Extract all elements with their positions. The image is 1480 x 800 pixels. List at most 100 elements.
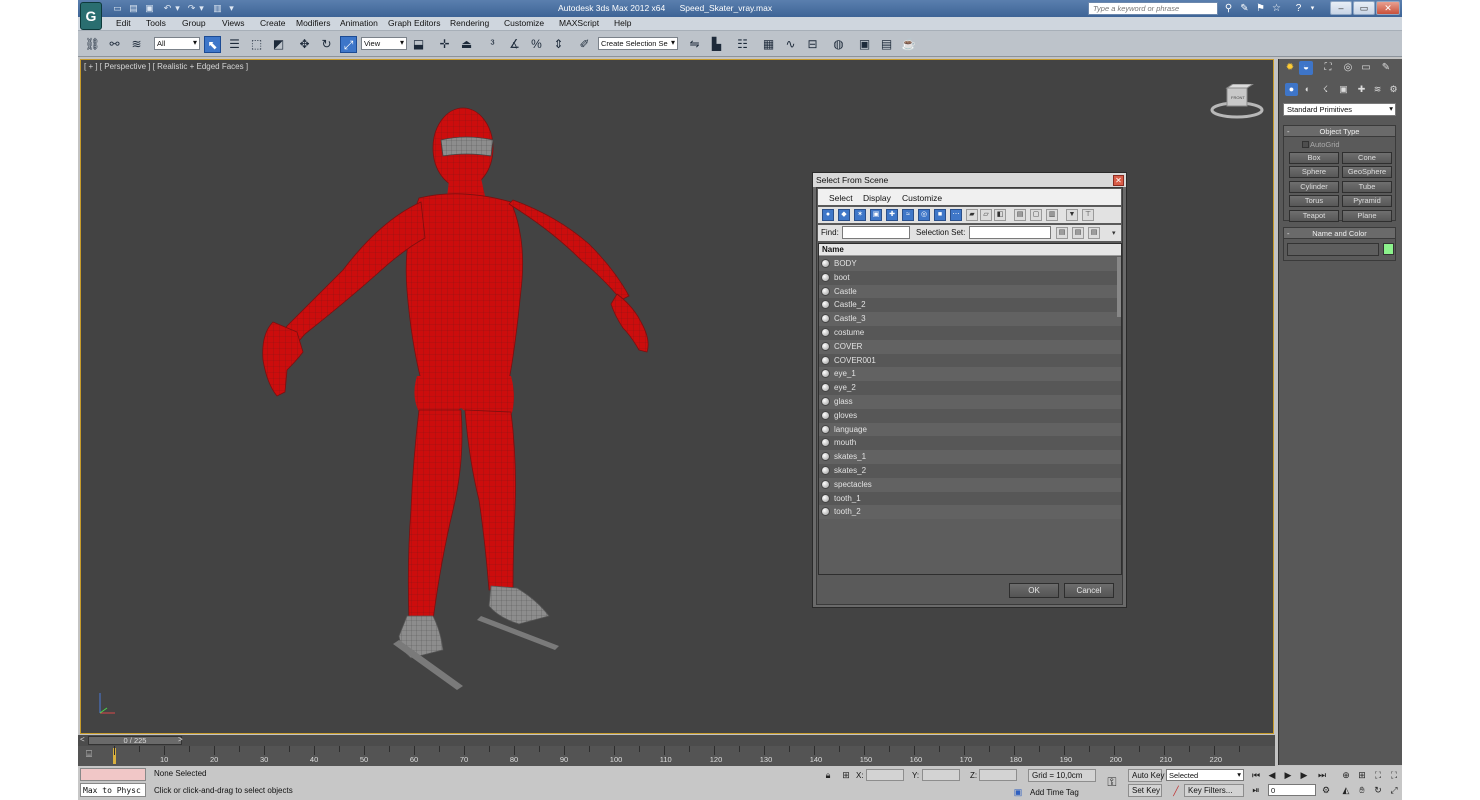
options-dropdown-icon[interactable]: ▾: [1112, 229, 1116, 237]
pan-view-icon[interactable]: ✋︎: [1356, 784, 1368, 796]
zoom-extents-all-icon[interactable]: ⛶: [1388, 769, 1400, 781]
display-bones-icon[interactable]: ⋯: [950, 209, 962, 221]
hierarchy-icon[interactable]: ⊤: [1082, 209, 1094, 221]
open-file-icon[interactable]: ▤: [128, 3, 139, 14]
list-item[interactable]: mouth: [819, 436, 1121, 451]
close-button[interactable]: ✕: [1376, 1, 1400, 15]
menu-group[interactable]: Group: [182, 18, 206, 28]
list-item[interactable]: BODY: [819, 257, 1121, 271]
add-to-selection-set-icon[interactable]: ▤: [1088, 227, 1100, 239]
display-none-icon[interactable]: ▱: [980, 209, 992, 221]
edit-named-selection-icon[interactable]: ✐: [576, 36, 593, 53]
schematic-view-icon[interactable]: ⊟: [804, 36, 821, 53]
selection-set-dropdown[interactable]: [969, 226, 1051, 239]
display-tab-icon[interactable]: ▭: [1359, 61, 1373, 75]
orbit-icon[interactable]: ↻: [1372, 784, 1384, 796]
selection-lock-icon[interactable]: 🔒︎: [822, 769, 834, 781]
set-key-button[interactable]: Set Key: [1128, 784, 1162, 797]
material-editor-icon[interactable]: ◍: [830, 36, 847, 53]
zoom-extents-icon[interactable]: ⛶: [1372, 769, 1384, 781]
find-input[interactable]: [842, 226, 910, 239]
auto-key-selection-dropdown[interactable]: Selected: [1166, 769, 1244, 781]
dialog-menu-display[interactable]: Display: [863, 193, 891, 203]
sphere-button[interactable]: Sphere: [1289, 166, 1339, 178]
select-and-rotate-icon[interactable]: ↻: [318, 36, 335, 53]
invert-display-icon[interactable]: ◧: [994, 209, 1006, 221]
motion-tab-icon[interactable]: ◎: [1341, 61, 1355, 75]
viewcube[interactable]: FRONT: [1209, 83, 1265, 120]
pivot-center-icon[interactable]: ⬓: [410, 36, 427, 53]
select-and-link-icon[interactable]: ⛓: [84, 36, 101, 53]
select-by-name-icon[interactable]: ☰: [226, 36, 243, 53]
list-item[interactable]: COVER: [819, 339, 1121, 354]
create-selection-set-icon[interactable]: ▤: [1056, 227, 1068, 239]
keyboard-shortcut-override-icon[interactable]: ⏏: [458, 36, 475, 53]
project-folder-icon[interactable]: ▥: [212, 3, 223, 14]
window-crossing-icon[interactable]: ◩: [270, 36, 287, 53]
shapes-category-icon[interactable]: ◐: [1301, 83, 1314, 96]
teapot-button[interactable]: Teapot: [1289, 210, 1339, 222]
align-icon[interactable]: ▙: [708, 36, 725, 53]
current-frame-input[interactable]: 0: [1268, 784, 1316, 796]
plane-button[interactable]: Plane: [1342, 210, 1392, 222]
dialog-close-button[interactable]: ✕: [1113, 175, 1124, 186]
graphite-modeling-tools-icon[interactable]: ▦: [760, 36, 777, 53]
list-scrollbar[interactable]: [1117, 257, 1121, 317]
go-to-end-icon[interactable]: ⏭: [1316, 769, 1328, 781]
reference-coordinate-dropdown[interactable]: View: [361, 37, 407, 50]
key-icon[interactable]: ╱: [1170, 785, 1182, 797]
display-shapes-icon[interactable]: ◆: [838, 209, 850, 221]
select-and-manipulate-icon[interactable]: ✛: [436, 36, 453, 53]
list-item[interactable]: boot: [819, 270, 1121, 285]
list-item[interactable]: glass: [819, 395, 1121, 409]
lights-category-icon[interactable]: ☇: [1319, 83, 1332, 96]
modify-tab-icon[interactable]: ◒: [1299, 61, 1313, 75]
list-item[interactable]: language: [819, 422, 1121, 437]
next-frame-button[interactable]: >: [178, 735, 183, 744]
communication-center-icon[interactable]: ⚑: [1254, 2, 1267, 15]
y-coordinate-input[interactable]: [922, 769, 960, 781]
select-and-move-icon[interactable]: ✥: [296, 36, 313, 53]
rendered-frame-window-icon[interactable]: ▤: [878, 36, 895, 53]
previous-frame-icon[interactable]: ◀: [1266, 769, 1278, 781]
create-tab-icon[interactable]: ✹: [1283, 61, 1297, 75]
display-all-icon[interactable]: ▰: [966, 209, 978, 221]
help-icon[interactable]: ?: [1292, 2, 1305, 15]
snaps-toggle-icon[interactable]: ³: [484, 36, 501, 53]
list-item[interactable]: Castle_2: [819, 298, 1121, 313]
hierarchy-tab-icon[interactable]: ⛶: [1321, 61, 1335, 75]
display-lights-icon[interactable]: ✶: [854, 209, 866, 221]
spinner-snap-icon[interactable]: ⇕: [550, 36, 567, 53]
new-file-icon[interactable]: ▭: [112, 3, 123, 14]
display-xrefs-icon[interactable]: ■: [934, 209, 946, 221]
track-bar[interactable]: ⌸ 10 20 30 40 50 60 70 80 90 100 110 120 130 140 150 16…: [78, 746, 1275, 766]
select-invert-icon[interactable]: ▥: [1046, 209, 1058, 221]
display-space-warps-icon[interactable]: ≈: [902, 209, 914, 221]
zoom-icon[interactable]: ⊕: [1340, 769, 1352, 781]
x-coordinate-input[interactable]: [866, 769, 904, 781]
torus-button[interactable]: Torus: [1289, 195, 1339, 207]
box-button[interactable]: Box: [1289, 152, 1339, 164]
help-dropdown-icon[interactable]: ▾: [1306, 2, 1319, 15]
menu-edit[interactable]: Edit: [116, 18, 131, 28]
cone-button[interactable]: Cone: [1342, 152, 1392, 164]
list-item[interactable]: spectacles: [819, 477, 1121, 492]
play-icon[interactable]: ▶: [1282, 769, 1294, 781]
auto-key-button[interactable]: Auto Key: [1128, 769, 1164, 782]
absolute-relative-icon[interactable]: ⊞: [840, 769, 852, 781]
list-item[interactable]: skates_1: [819, 450, 1121, 464]
cylinder-button[interactable]: Cylinder: [1289, 181, 1339, 193]
set-key-mode-icon[interactable]: ⚿: [1106, 776, 1118, 788]
menu-create[interactable]: Create: [260, 18, 286, 28]
time-slider[interactable]: 0 / 225: [88, 736, 182, 745]
render-setup-icon[interactable]: ▣: [856, 36, 873, 53]
menu-modifiers[interactable]: Modifiers: [296, 18, 330, 28]
subscription-center-icon[interactable]: ✎: [1238, 2, 1251, 15]
display-geometry-icon[interactable]: ●: [822, 209, 834, 221]
helpers-category-icon[interactable]: ✚: [1355, 83, 1368, 96]
systems-category-icon[interactable]: ⚙: [1387, 83, 1400, 96]
unlink-selection-icon[interactable]: ⚯: [106, 36, 123, 53]
mini-curve-editor-icon[interactable]: ⌸: [86, 749, 100, 761]
tube-button[interactable]: Tube: [1342, 181, 1392, 193]
object-type-rollout-header[interactable]: Object Type: [1284, 126, 1395, 137]
